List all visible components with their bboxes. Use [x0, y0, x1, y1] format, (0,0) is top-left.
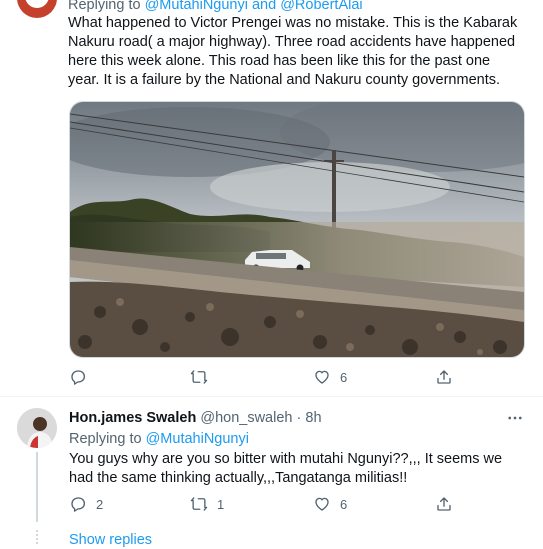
tweet-2-text: You guys why are you so bitter with muta… — [69, 451, 503, 486]
retweet-count: 1 — [217, 497, 225, 512]
reply-icon[interactable] — [69, 495, 87, 513]
avatar-tweet-2[interactable] — [17, 408, 57, 448]
tweet-media-photo[interactable] — [69, 101, 525, 358]
show-replies-link[interactable]: Show replies — [69, 532, 152, 548]
like-icon[interactable] — [313, 495, 331, 513]
like-count: 6 — [340, 497, 348, 512]
like-icon[interactable] — [313, 368, 331, 386]
replying-to-handle-2[interactable]: @MutahiNgunyi — [146, 431, 249, 447]
tweet-time[interactable]: 8h — [305, 410, 321, 426]
author-handle[interactable]: @hon_swaleh — [200, 410, 292, 426]
like-count: 6 — [340, 370, 348, 385]
replying-to-prefix-2: Replying to — [69, 431, 142, 447]
avatar — [17, 408, 57, 448]
thread-dots — [36, 530, 38, 544]
replying-to-line-2: Replying to @MutahiNgunyi — [69, 430, 249, 449]
retweet-icon[interactable] — [190, 368, 208, 386]
replying-to-line: Replying to @MutahiNgunyi and @RobertAla… — [68, 0, 363, 15]
retweet-icon[interactable] — [190, 495, 208, 513]
avatar-tweet-1[interactable] — [17, 0, 57, 18]
share-icon[interactable] — [435, 495, 453, 513]
thread-line — [36, 452, 38, 522]
reply-icon[interactable] — [69, 368, 87, 386]
replying-to-prefix: Replying to — [68, 0, 141, 13]
more-icon[interactable] — [506, 409, 524, 432]
tweet-2-header: Hon.james Swaleh @hon_swaleh · 8h — [69, 409, 322, 428]
tweet-text: What happened to Victor Prengei was no m… — [68, 15, 518, 88]
road-photo — [70, 102, 524, 357]
reply-count: 2 — [96, 497, 104, 512]
author-name[interactable]: Hon.james Swaleh — [69, 410, 196, 426]
separator-dot: · — [296, 410, 302, 426]
replying-to-handles[interactable]: @MutahiNgunyi and @RobertAlai — [145, 0, 363, 13]
share-icon[interactable] — [435, 368, 453, 386]
divider — [0, 396, 543, 397]
